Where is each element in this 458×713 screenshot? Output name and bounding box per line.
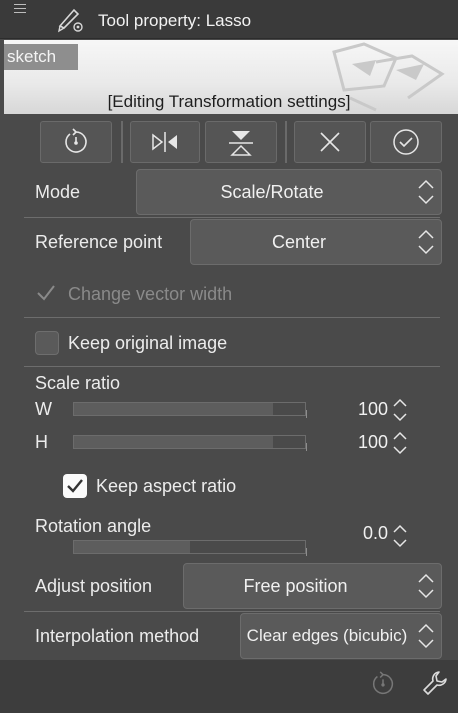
adjust-position-select[interactable]: Free position — [183, 563, 442, 609]
adjust-position-label: Adjust position — [35, 576, 153, 596]
keep-aspect-ratio-checkbox[interactable] — [63, 474, 87, 498]
scale-w-slider[interactable] — [73, 402, 306, 416]
divider — [24, 317, 440, 318]
reference-point-value: Center — [271, 231, 327, 252]
wrench-icon[interactable] — [420, 668, 450, 698]
scale-w-label: W — [35, 399, 52, 419]
reset-icon — [65, 128, 87, 153]
interpolation-method-label: Interpolation method — [35, 626, 200, 646]
slider-end-tick — [306, 548, 307, 556]
rotation-angle-label: Rotation angle — [35, 516, 152, 536]
scale-h-label: H — [35, 432, 48, 452]
scale-w-spinner-icon[interactable] — [391, 396, 409, 424]
keep-original-image-label: Keep original image — [68, 333, 228, 353]
scale-w-value[interactable]: 100 — [328, 399, 388, 420]
scale-h-slider-fill — [74, 436, 273, 448]
reset-button[interactable] — [40, 121, 112, 163]
flip-vertical-icon — [229, 131, 253, 156]
chevron-up-down-icon — [418, 179, 434, 205]
scale-h-slider[interactable] — [73, 435, 306, 449]
panel-title: Tool property: Lasso — [98, 11, 252, 30]
flip-horizontal-icon — [152, 132, 177, 152]
menu-icon[interactable] — [14, 4, 26, 14]
reference-point-select[interactable]: Center — [190, 219, 442, 265]
toolbar-separator — [285, 121, 287, 163]
confirm-icon — [393, 129, 419, 155]
slider-end-tick — [306, 410, 307, 418]
check-icon — [67, 479, 83, 493]
layer-tag: sketch — [4, 44, 78, 70]
adjust-position-value: Free position — [243, 575, 348, 596]
rotation-slider-fill — [74, 541, 190, 553]
reset-icon[interactable] — [369, 670, 397, 698]
mode-value: Scale/Rotate — [220, 181, 324, 202]
interpolation-method-select[interactable]: Clear edges (bicubic) — [240, 613, 442, 659]
mode-select[interactable]: Scale/Rotate — [136, 169, 442, 215]
flip-vertical-button[interactable] — [205, 121, 277, 163]
scale-w-slider-fill — [74, 403, 273, 415]
divider — [24, 217, 440, 218]
change-vector-width-label: Change vector width — [68, 284, 233, 304]
preview-caption: [Editing Transformation settings] — [107, 92, 351, 111]
scale-h-spinner-icon[interactable] — [391, 429, 409, 457]
rotation-angle-value[interactable]: 0.0 — [328, 523, 388, 544]
scale-h-value[interactable]: 100 — [328, 432, 388, 453]
divider — [24, 366, 440, 367]
cancel-icon — [320, 132, 340, 152]
slider-end-tick — [306, 443, 307, 451]
scale-ratio-label: Scale ratio — [35, 373, 121, 393]
rotation-spinner-icon[interactable] — [391, 522, 409, 550]
chevron-up-down-icon — [418, 229, 434, 255]
confirm-button[interactable] — [370, 121, 442, 163]
chevron-up-down-icon — [418, 573, 434, 599]
keep-original-image-checkbox[interactable] — [35, 331, 59, 355]
divider — [24, 611, 440, 612]
flip-horizontal-button[interactable] — [130, 121, 200, 163]
rotation-slider[interactable] — [73, 540, 306, 554]
lasso-tool-icon — [58, 8, 83, 33]
toolbar-separator — [121, 121, 123, 163]
check-disabled-icon — [37, 285, 55, 301]
keep-aspect-ratio-label: Keep aspect ratio — [96, 476, 237, 496]
interpolation-method-value: Clear edges (bicubic) — [246, 626, 408, 645]
chevron-up-down-icon — [418, 623, 434, 649]
cancel-button[interactable] — [294, 121, 366, 163]
reference-point-label: Reference point — [35, 232, 163, 252]
mode-label: Mode — [35, 182, 81, 202]
